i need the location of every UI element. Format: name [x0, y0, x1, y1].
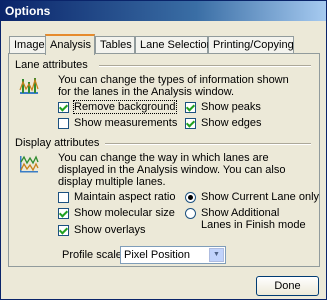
- show-overlays-checkbox[interactable]: Show overlays: [58, 224, 146, 236]
- checkbox-label: Remove background: [73, 100, 177, 114]
- display-attributes-label: Display attributes: [15, 137, 100, 149]
- window-title: Options: [5, 4, 51, 18]
- checkbox-label: Show edges: [201, 117, 262, 129]
- radio-dot: [185, 191, 196, 203]
- checkbox-label: Show measurements: [74, 117, 178, 129]
- profile-scale-value: Pixel Position: [124, 249, 191, 261]
- profile-scale-label: Profile scale:: [62, 249, 125, 261]
- lane-attributes-label: Lane attributes: [15, 59, 88, 71]
- lane-attributes-description: You can change the types of information …: [58, 74, 289, 98]
- tab-analysis[interactable]: Analysis: [45, 34, 95, 55]
- checkbox-box: [185, 117, 196, 129]
- display-attributes-description: You can change the way in which lanes ar…: [58, 152, 286, 188]
- checkbox-box: [58, 191, 69, 203]
- profile-scale-select[interactable]: Pixel Position ▼: [120, 246, 226, 264]
- lane-attributes-divider: [99, 65, 311, 67]
- show-additional-lanes-radio[interactable]: Show Additional Lanes in Finish mode: [185, 207, 311, 231]
- tab-image[interactable]: Image: [9, 36, 47, 53]
- title-bar: Options: [1, 1, 326, 21]
- lane-profile-icon: [20, 155, 39, 173]
- radio-label: Show Current Lane only: [201, 191, 320, 203]
- radio-dot: [185, 208, 196, 219]
- show-molecular-size-checkbox[interactable]: Show molecular size: [58, 207, 175, 219]
- checkbox-box: [58, 207, 69, 219]
- checkbox-label: Maintain aspect ratio: [74, 191, 176, 203]
- done-button[interactable]: Done: [256, 276, 319, 296]
- checkbox-box: [58, 101, 69, 113]
- options-window: Options Image Analysis Tables Lane Selec…: [0, 0, 327, 300]
- remove-background-checkbox[interactable]: Remove background: [58, 100, 177, 114]
- analysis-panel: Lane attributes You can change the types…: [8, 53, 320, 267]
- lane-chart-icon: [19, 78, 39, 94]
- checkbox-box: [58, 224, 69, 236]
- show-peaks-checkbox[interactable]: Show peaks: [185, 101, 261, 113]
- tab-printing-copying[interactable]: Printing/Copying: [208, 36, 294, 53]
- checkbox-box: [58, 117, 69, 129]
- done-button-label: Done: [274, 280, 301, 292]
- checkbox-label: Show overlays: [74, 224, 146, 236]
- show-current-lane-radio[interactable]: Show Current Lane only: [185, 191, 319, 203]
- checkbox-box: [185, 101, 196, 113]
- display-attributes-divider: [105, 143, 311, 145]
- tab-lane-selection[interactable]: Lane Selection: [135, 36, 213, 53]
- tab-tables[interactable]: Tables: [95, 36, 135, 53]
- radio-label: Show Additional Lanes in Finish mode: [201, 207, 306, 231]
- show-edges-checkbox[interactable]: Show edges: [185, 117, 262, 129]
- show-measurements-checkbox[interactable]: Show measurements: [58, 117, 177, 129]
- checkbox-label: Show molecular size: [74, 207, 175, 219]
- maintain-aspect-ratio-checkbox[interactable]: Maintain aspect ratio: [58, 191, 176, 203]
- chevron-down-icon[interactable]: ▼: [209, 248, 224, 262]
- checkbox-label: Show peaks: [201, 101, 261, 113]
